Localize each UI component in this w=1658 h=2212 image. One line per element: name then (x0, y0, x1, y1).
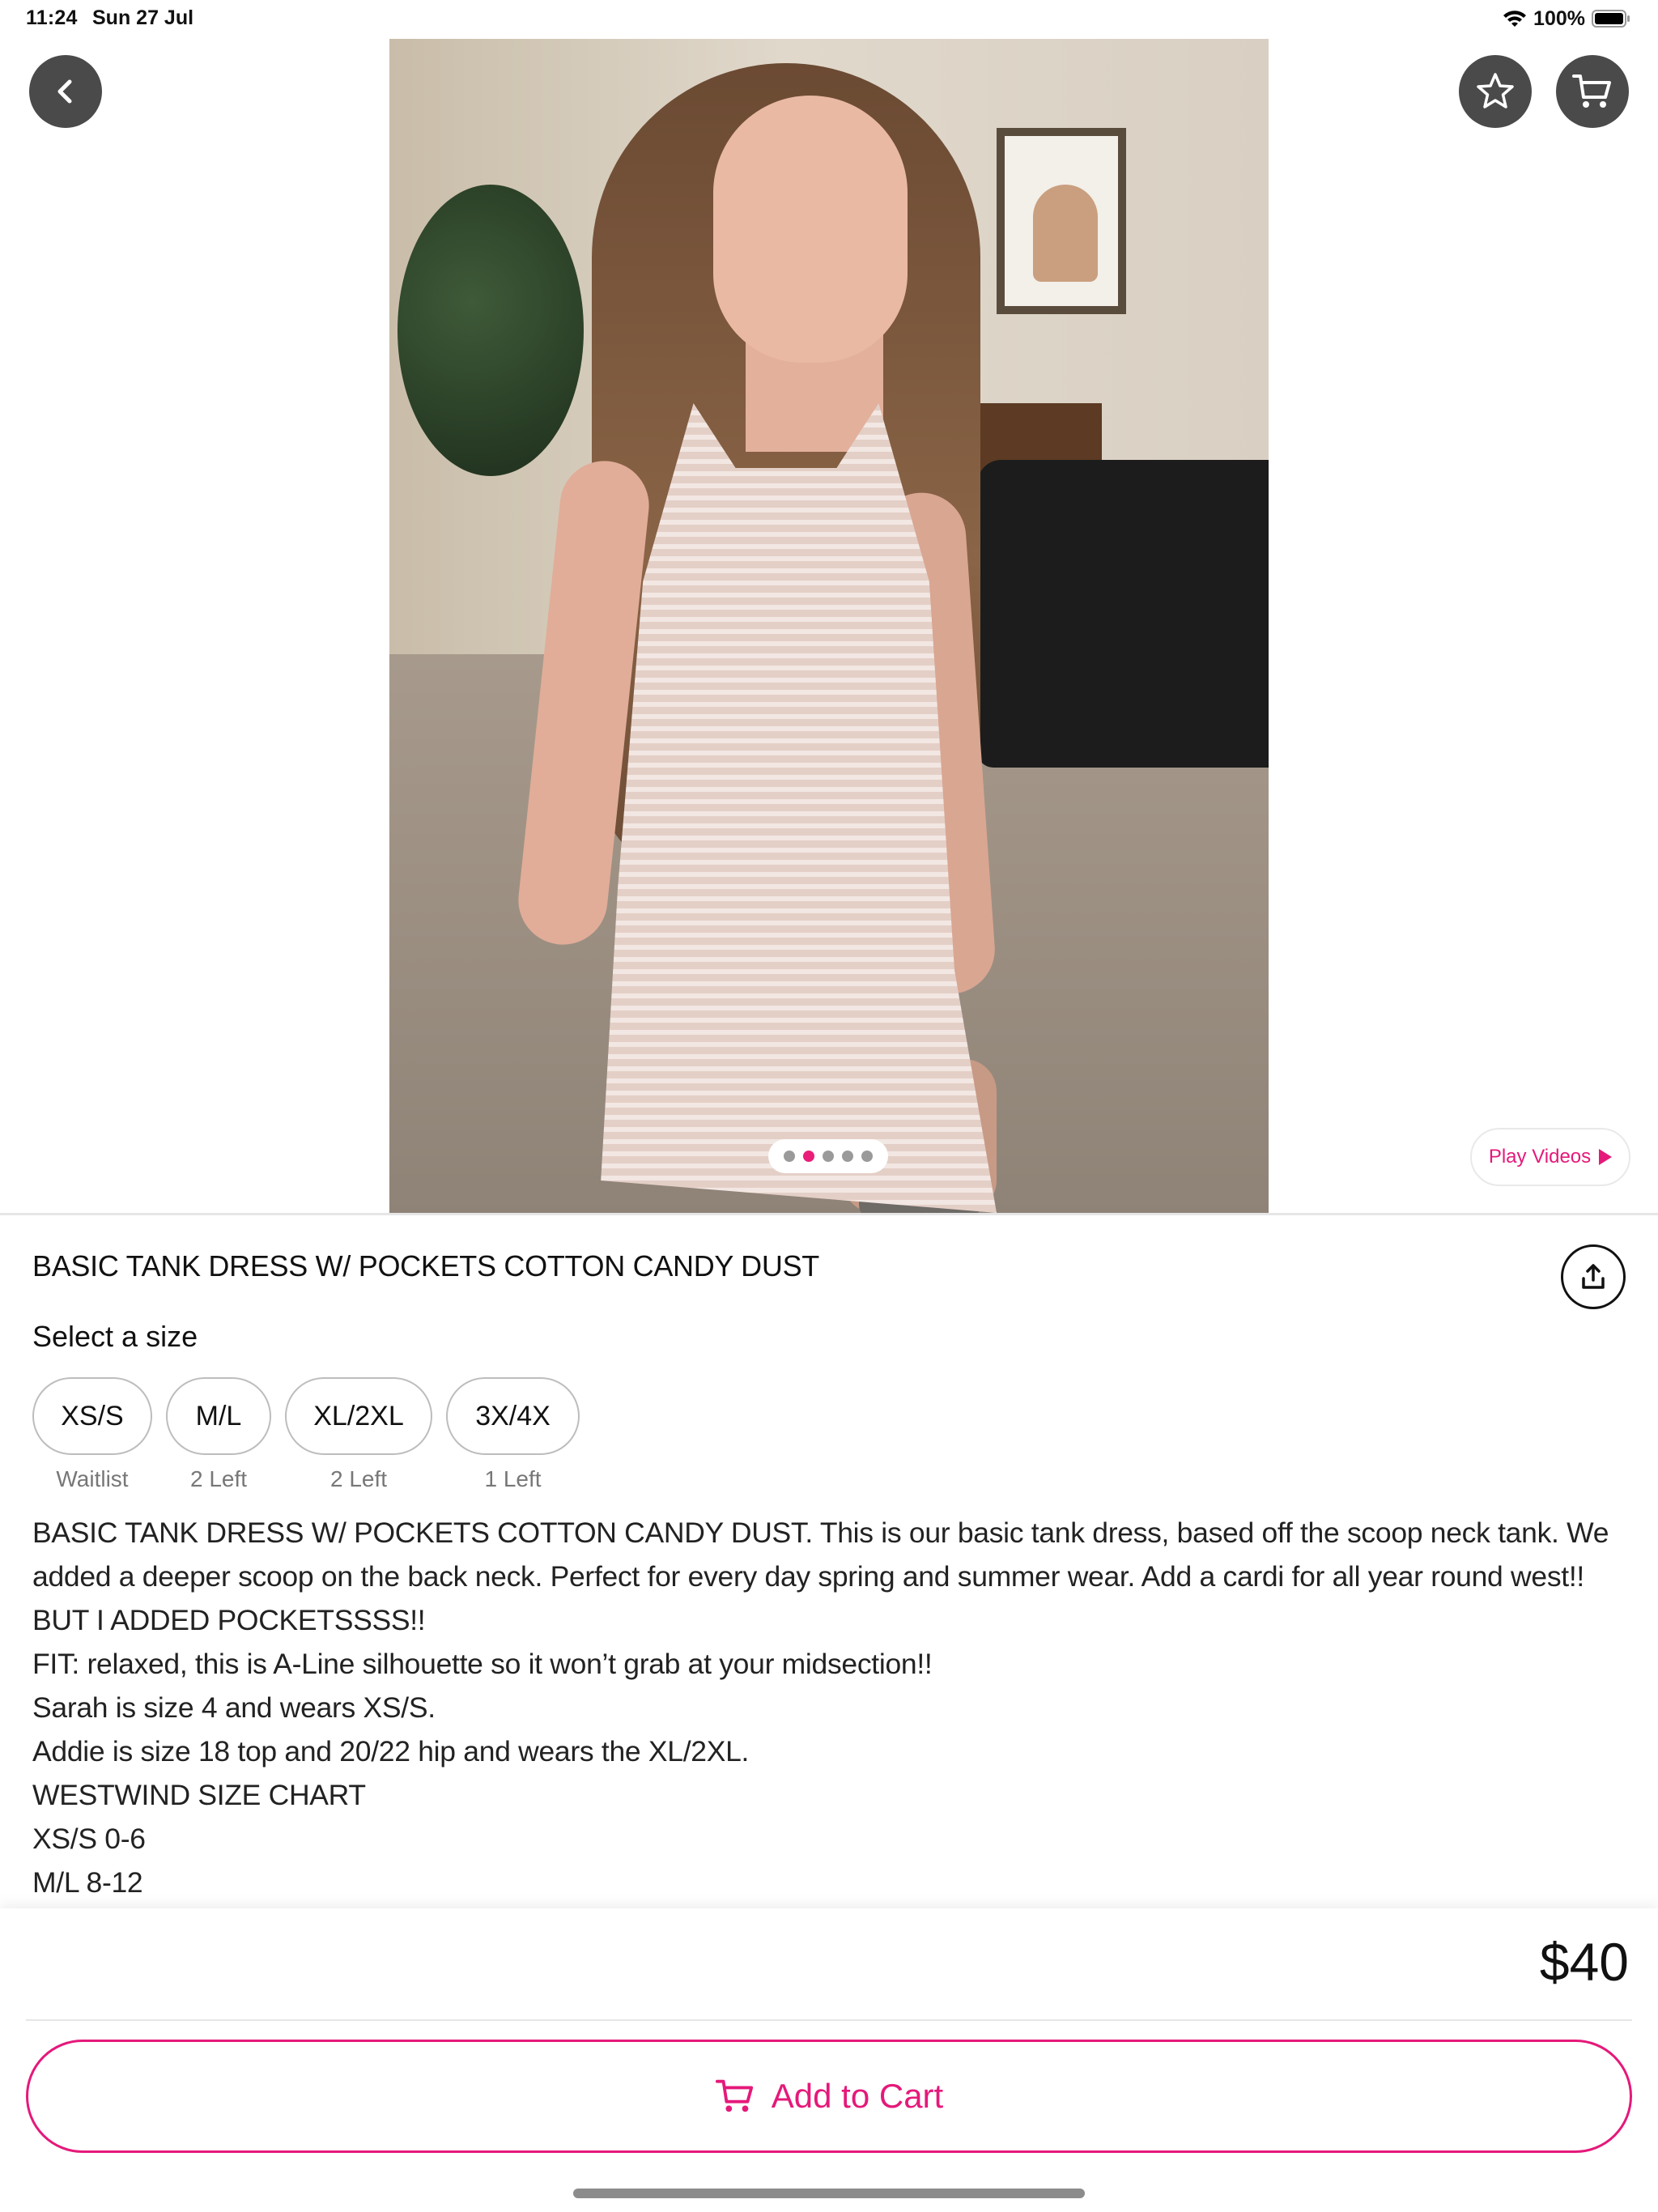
size-button-3x-4x[interactable]: 3X/4X (446, 1377, 580, 1455)
price-divider (26, 2019, 1632, 2021)
play-videos-label: Play Videos (1488, 1146, 1592, 1168)
product-image[interactable] (389, 39, 1269, 1213)
cart-icon (715, 2079, 753, 2112)
share-icon (1582, 1264, 1605, 1289)
play-icon (1599, 1149, 1613, 1165)
status-time: 11:24 (26, 6, 78, 29)
image-frame-art (1033, 185, 1098, 282)
description-paragraph: BASIC TANK DRESS W/ POCKETS COTTON CANDY… (32, 1516, 1609, 1636)
pagination-dot[interactable] (861, 1151, 873, 1162)
description-size-chart-heading: WESTWIND SIZE CHART (32, 1779, 366, 1811)
image-pagination[interactable] (768, 1139, 888, 1173)
chevron-left-icon (57, 79, 72, 104)
description-model-sarah: Sarah is size 4 and wears XS/S. (32, 1691, 436, 1724)
share-button[interactable] (1561, 1244, 1626, 1309)
cart-icon (1572, 74, 1611, 108)
section-divider (0, 1213, 1658, 1215)
cart-button[interactable] (1556, 55, 1629, 128)
pagination-dot[interactable] (842, 1151, 853, 1162)
add-to-cart-button[interactable]: Add to Cart (26, 2040, 1632, 2153)
size-button-xl-2xl[interactable]: XL/2XL (285, 1377, 432, 1455)
image-sofa (977, 460, 1269, 768)
size-button-m-l[interactable]: M/L (166, 1377, 271, 1455)
back-button[interactable] (29, 55, 102, 128)
size-option: XS/S Waitlist (32, 1377, 152, 1492)
pagination-dot-active[interactable] (803, 1151, 814, 1162)
product-description: BASIC TANK DRESS W/ POCKETS COTTON CANDY… (32, 1511, 1631, 1904)
favorite-button[interactable] (1459, 55, 1532, 128)
product-title: BASIC TANK DRESS W/ POCKETS COTTON CANDY… (32, 1249, 819, 1283)
image-plant (397, 185, 584, 476)
battery-icon (1592, 10, 1630, 28)
size-option: M/L 2 Left (166, 1377, 271, 1492)
status-date: Sun 27 Jul (92, 6, 194, 29)
size-stock-status: 2 Left (189, 1466, 248, 1491)
home-indicator[interactable] (573, 2189, 1085, 2198)
description-size-chart-row: M/L 8-12 (32, 1866, 143, 1899)
play-videos-button[interactable]: Play Videos (1470, 1128, 1630, 1186)
description-fit: FIT: relaxed, this is A-Line silhouette … (32, 1648, 933, 1680)
product-page: 11:24 Sun 27 Jul 100% Play Videos BASIC … (0, 0, 1658, 2212)
size-option: 3X/4X 1 Left (446, 1377, 580, 1492)
product-price: $40 (1539, 1932, 1629, 1992)
star-icon (1477, 73, 1514, 108)
description-size-chart-row: XS/S 0-6 (32, 1823, 146, 1855)
add-to-cart-label: Add to Cart (771, 2077, 944, 2115)
battery-percentage: 100% (1533, 6, 1585, 30)
status-indicators: 100% (1503, 5, 1630, 32)
size-stock-status: Waitlist (56, 1466, 129, 1491)
wifi-icon (1503, 11, 1527, 27)
size-stock-status: 2 Left (329, 1466, 388, 1491)
description-model-addie: Addie is size 18 top and 20/22 hip and w… (32, 1735, 750, 1767)
pagination-dot[interactable] (784, 1151, 795, 1162)
image-model-face (713, 96, 908, 363)
size-options: XS/S Waitlist M/L 2 Left XL/2XL 2 Left 3… (32, 1377, 580, 1492)
select-size-label: Select a size (32, 1320, 198, 1353)
pagination-dot[interactable] (823, 1151, 834, 1162)
size-stock-status: 1 Left (484, 1466, 542, 1491)
size-option: XL/2XL 2 Left (285, 1377, 432, 1492)
size-button-xs-s[interactable]: XS/S (32, 1377, 152, 1455)
